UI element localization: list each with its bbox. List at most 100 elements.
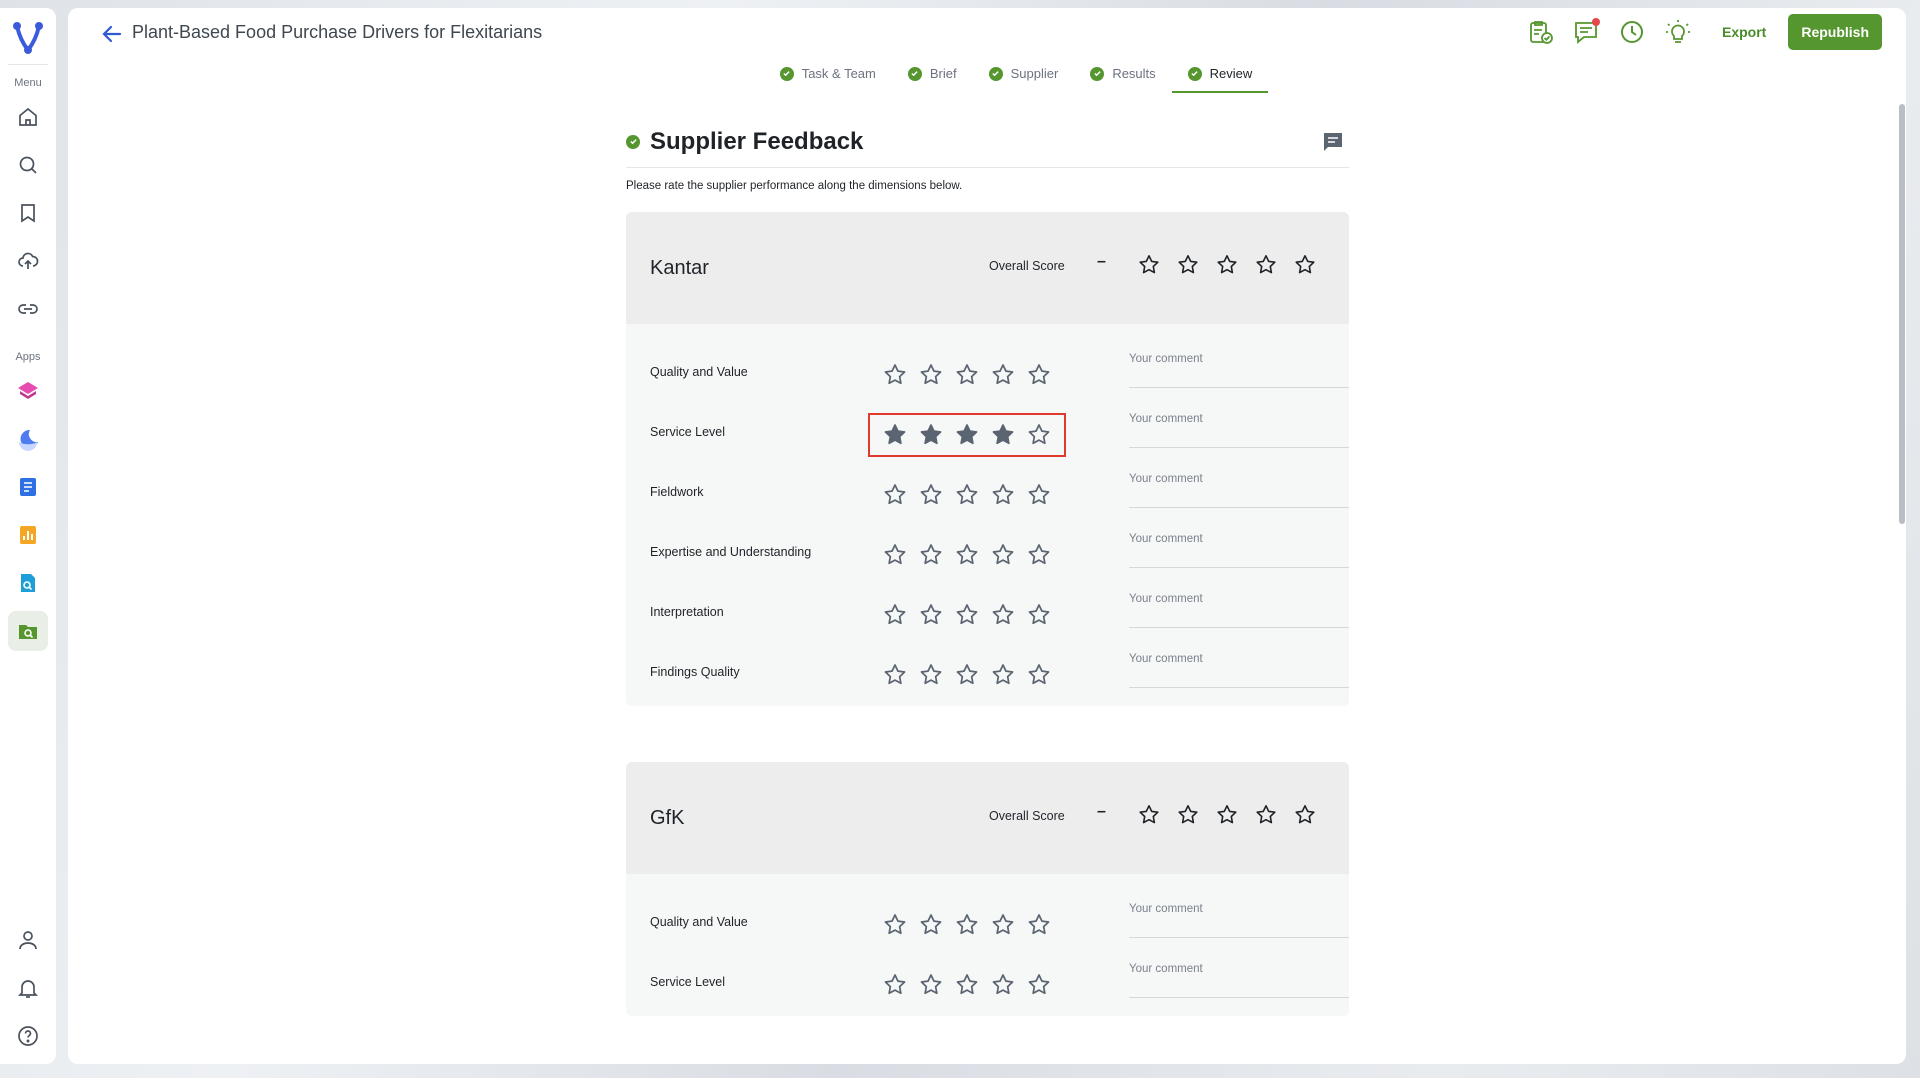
sidebar-app-file-search[interactable] xyxy=(8,563,48,603)
overall-score-value: – xyxy=(1097,253,1106,270)
sidebar-item-home[interactable] xyxy=(8,97,48,137)
comments-button[interactable] xyxy=(1570,16,1602,48)
rating-star-icon[interactable] xyxy=(1026,422,1052,448)
rating-star-icon[interactable] xyxy=(954,362,980,388)
rating-star-icon[interactable] xyxy=(918,662,944,688)
rating-star-icon[interactable] xyxy=(954,972,980,998)
sidebar-app-moon[interactable] xyxy=(8,419,48,459)
sidebar-app-document[interactable] xyxy=(8,467,48,507)
rating-star-icon[interactable] xyxy=(918,542,944,568)
rating-star-icon[interactable] xyxy=(1026,662,1052,688)
overall-star-icon xyxy=(1253,802,1279,828)
tasks-button[interactable] xyxy=(1524,16,1556,48)
history-button[interactable] xyxy=(1616,16,1648,48)
export-button[interactable]: Export xyxy=(1714,24,1774,40)
clock-icon xyxy=(1620,21,1643,43)
comment-input[interactable] xyxy=(1129,650,1349,688)
rating-star-icon[interactable] xyxy=(918,482,944,508)
scrollbar-thumb[interactable] xyxy=(1899,104,1905,524)
republish-button[interactable]: Republish xyxy=(1788,14,1882,50)
comment-input[interactable] xyxy=(1129,530,1349,568)
sidebar-item-bookmarks[interactable] xyxy=(8,193,48,233)
sidebar-app-folder-search[interactable] xyxy=(8,611,48,651)
rating-star-icon[interactable] xyxy=(882,422,908,448)
rating-star-icon[interactable] xyxy=(882,542,908,568)
rating-star-icon[interactable] xyxy=(1026,542,1052,568)
step-tab-2[interactable]: Supplier xyxy=(973,66,1075,93)
comment-input[interactable] xyxy=(1129,900,1349,938)
rating-star-icon[interactable] xyxy=(918,972,944,998)
dimension-label: Quality and Value xyxy=(650,915,748,929)
rating-star-icon[interactable] xyxy=(954,542,980,568)
dimension-label: Service Level xyxy=(650,975,726,989)
rating-star-icon[interactable] xyxy=(954,602,980,628)
supplier-card-header: Kantar Overall Score – xyxy=(626,212,1349,324)
document-app-icon xyxy=(20,478,36,496)
comment-input[interactable] xyxy=(1129,470,1349,508)
rating-star-icon[interactable] xyxy=(882,602,908,628)
sidebar-item-search[interactable] xyxy=(8,145,48,185)
rating-star-icon[interactable] xyxy=(882,362,908,388)
comment-input[interactable] xyxy=(1129,590,1349,628)
rating-star-icon[interactable] xyxy=(990,972,1016,998)
comment-input[interactable] xyxy=(1129,350,1349,388)
dimension-list: Quality and Value Service Level Fieldwork E… xyxy=(626,324,1349,706)
rating-star-icon[interactable] xyxy=(990,482,1016,508)
rating-star-icon[interactable] xyxy=(954,422,980,448)
step-tab-3[interactable]: Results xyxy=(1074,66,1171,93)
dimension-row: Interpretation xyxy=(650,578,1349,638)
rating-star-icon[interactable] xyxy=(918,912,944,938)
rating-star-icon[interactable] xyxy=(990,362,1016,388)
comment-input[interactable] xyxy=(1129,410,1349,448)
sidebar-item-notifications[interactable] xyxy=(8,968,48,1008)
rating-star-icon[interactable] xyxy=(1026,912,1052,938)
sidebar-app-layers[interactable] xyxy=(8,371,48,411)
comment-input[interactable] xyxy=(1129,960,1349,998)
rating-star-icon[interactable] xyxy=(882,972,908,998)
rating-star-icon[interactable] xyxy=(990,912,1016,938)
rating-star-icon[interactable] xyxy=(990,422,1016,448)
rating-star-icon[interactable] xyxy=(1026,602,1052,628)
rating-star-icon[interactable] xyxy=(990,602,1016,628)
bell-icon xyxy=(17,980,39,998)
rating-star-icon[interactable] xyxy=(990,542,1016,568)
dimension-row: Fieldwork xyxy=(650,458,1349,518)
ideas-button[interactable] xyxy=(1662,16,1694,48)
dimension-label: Quality and Value xyxy=(650,365,748,379)
step-tab-1[interactable]: Brief xyxy=(892,66,973,93)
moon-app-icon xyxy=(19,429,38,451)
step-tab-0[interactable]: Task & Team xyxy=(764,66,892,93)
overall-star-icon xyxy=(1136,252,1162,278)
sidebar-item-help[interactable] xyxy=(8,1016,48,1056)
rating-star-icon[interactable] xyxy=(918,422,944,448)
rating-star-icon[interactable] xyxy=(882,482,908,508)
overall-star-icon xyxy=(1292,802,1318,828)
app-logo[interactable] xyxy=(6,16,50,60)
rating-star-icon[interactable] xyxy=(1026,482,1052,508)
overall-score-label: Overall Score xyxy=(989,259,1065,273)
sidebar-item-profile[interactable] xyxy=(8,920,48,960)
rating-star-icon[interactable] xyxy=(1026,362,1052,388)
sidebar-item-upload[interactable] xyxy=(8,241,48,281)
rating-star-icon[interactable] xyxy=(918,602,944,628)
overall-star-icon xyxy=(1292,252,1318,278)
rating-star-icon[interactable] xyxy=(954,662,980,688)
rating-star-icon[interactable] xyxy=(1026,972,1052,998)
sidebar-item-links[interactable] xyxy=(8,289,48,329)
back-button[interactable] xyxy=(98,20,126,48)
overall-score-stars xyxy=(1136,802,1318,828)
dimension-label: Interpretation xyxy=(650,605,724,619)
rating-star-icon[interactable] xyxy=(990,662,1016,688)
notification-dot xyxy=(1591,18,1600,26)
rating-star-icon[interactable] xyxy=(954,482,980,508)
rating-star-icon[interactable] xyxy=(882,912,908,938)
rating-star-icon[interactable] xyxy=(954,912,980,938)
rating-star-icon[interactable] xyxy=(882,662,908,688)
step-tab-4[interactable]: Review xyxy=(1171,66,1269,93)
sidebar-app-chart[interactable] xyxy=(8,515,48,555)
scrollbar[interactable] xyxy=(1898,104,1906,524)
rating-stars xyxy=(882,542,1052,568)
rating-star-icon[interactable] xyxy=(918,362,944,388)
dimension-label: Fieldwork xyxy=(650,485,704,499)
section-comment-button[interactable] xyxy=(1321,130,1345,159)
